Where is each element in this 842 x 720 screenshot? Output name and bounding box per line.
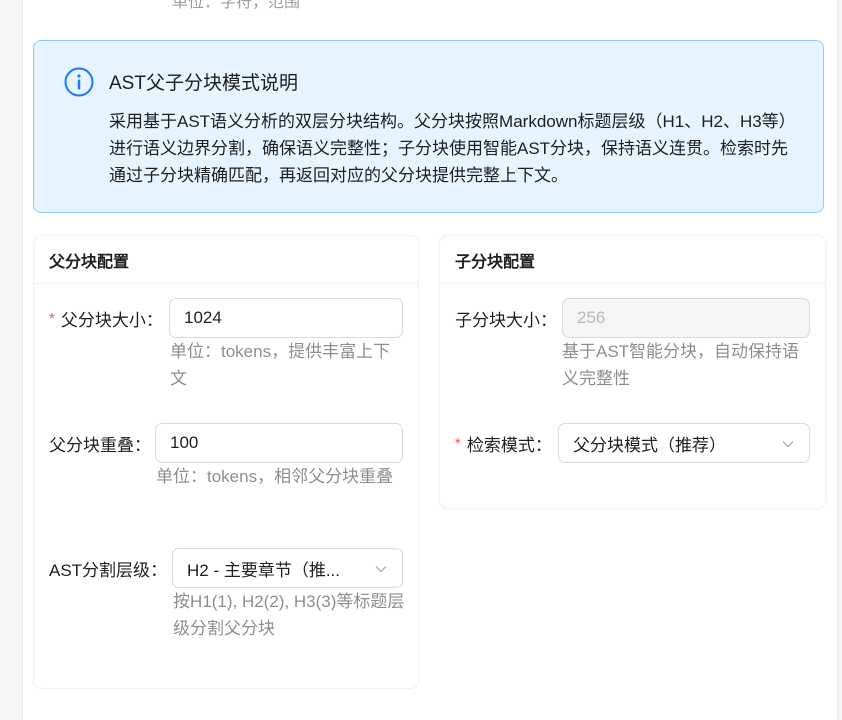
- required-mark: *: [49, 309, 55, 327]
- partial-help-text: 单位：字符，范围: [172, 0, 301, 11]
- card-title: 父分块配置: [34, 236, 418, 284]
- ast-level-help: 按H1(1), H2(2), H3(3)等标题层级分割父分块: [173, 592, 405, 638]
- alert-title: AST父子分块模式说明: [109, 73, 298, 94]
- parent-overlap-label: 父分块重叠：: [49, 435, 151, 455]
- retrieval-mode-label: * 检索模式：: [455, 434, 552, 455]
- parent-chunk-card: 父分块配置 * 父分块大小： 1024 单位：tokens，提供丰富上下文 父分块…: [33, 235, 419, 689]
- child-size-help: 基于AST智能分块，自动保持语义完整性: [562, 342, 800, 388]
- info-circle-icon: [64, 67, 94, 97]
- chevron-down-icon: [375, 566, 387, 573]
- ast-level-label: AST分割层级：: [49, 560, 168, 580]
- chevron-down-icon: [782, 441, 794, 448]
- required-mark: *: [455, 434, 461, 452]
- parent-overlap-input[interactable]: 100: [155, 423, 403, 463]
- card-title: 子分块配置: [440, 236, 825, 284]
- info-alert: AST父子分块模式说明 采用基于AST语义分析的双层分块结构。父分块按照Mark…: [33, 40, 824, 213]
- parent-size-input[interactable]: 1024: [169, 298, 403, 338]
- ast-level-select[interactable]: H2 - 主要章节（推...: [172, 548, 403, 588]
- alert-description: 采用基于AST语义分析的双层分块结构。父分块按照Markdown标题层级（H1、…: [109, 112, 789, 185]
- child-size-label: 子分块大小：: [455, 310, 557, 330]
- parent-size-label: * 父分块大小：: [49, 309, 163, 330]
- child-chunk-card: 子分块配置 子分块大小： 256 基于AST智能分块，自动保持语义完整性 * 检索…: [439, 235, 826, 509]
- retrieval-mode-select[interactable]: 父分块模式（推荐）: [558, 423, 810, 463]
- parent-size-help: 单位：tokens，提供丰富上下文: [170, 342, 391, 388]
- child-size-input[interactable]: 256: [562, 298, 810, 338]
- parent-overlap-help: 单位：tokens，相邻父分块重叠: [156, 467, 394, 486]
